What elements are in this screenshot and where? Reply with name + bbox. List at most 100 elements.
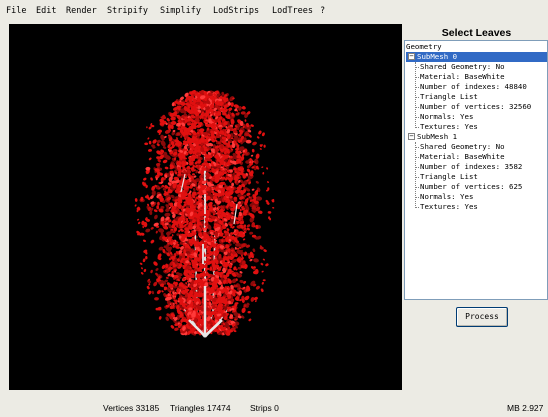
- leaf: [148, 157, 152, 161]
- tree-prop[interactable]: Normals: Yes: [420, 192, 473, 202]
- leaf: [192, 173, 195, 176]
- leaf: [150, 269, 153, 274]
- tree-node-label: SubMesh 1: [417, 132, 458, 141]
- leaf: [145, 256, 148, 260]
- leaf: [252, 141, 257, 146]
- tree-prop[interactable]: Normals: Yes: [420, 112, 473, 122]
- leaf: [255, 196, 263, 201]
- tree-prop[interactable]: Number of vertices: 625: [420, 182, 522, 192]
- status-strips: Strips 0: [250, 403, 279, 413]
- tree-prop[interactable]: Number of indexes: 3582: [420, 162, 522, 172]
- leaf: [262, 258, 266, 261]
- leaf: [193, 187, 196, 192]
- tree-prop[interactable]: Material: BaseWhite: [420, 72, 505, 82]
- status-bar: Vertices 33185 Triangles 17474 Strips 0 …: [0, 398, 548, 417]
- panel-title: Select Leaves: [441, 27, 512, 39]
- tree-prop[interactable]: Shared Geometry: No: [420, 62, 505, 72]
- leaf: [165, 316, 169, 322]
- leaf: [263, 144, 266, 148]
- leaf: [155, 267, 159, 272]
- tree-connector-branch: [415, 127, 419, 128]
- process-button[interactable]: Process: [456, 307, 508, 327]
- menu-render[interactable]: Render: [66, 6, 97, 16]
- leaf: [228, 107, 233, 111]
- status-vertices: Vertices 33185: [103, 403, 160, 413]
- tree-connector-branch: [415, 67, 419, 68]
- render-viewport[interactable]: [9, 24, 402, 390]
- tree-connector-branch: [415, 117, 419, 118]
- tree-connector-line: [415, 142, 416, 208]
- tree-prop[interactable]: Textures: Yes: [420, 202, 478, 212]
- leaf: [234, 246, 237, 250]
- leaf: [171, 234, 174, 237]
- leaf: [245, 139, 252, 144]
- leaf: [146, 126, 148, 129]
- menu-file[interactable]: File: [6, 6, 26, 16]
- tree-prop[interactable]: Number of indexes: 48840: [420, 82, 527, 92]
- tree-model-render: [134, 89, 275, 338]
- tree-root-geometry[interactable]: Geometry: [406, 42, 442, 52]
- leaf: [239, 208, 242, 212]
- geometry-tree-view[interactable]: Geometry − SubMesh 0 Shared Geometry: No…: [404, 40, 548, 300]
- leaf: [258, 130, 262, 135]
- leaf: [170, 325, 175, 329]
- tree-prop[interactable]: Textures: Yes: [420, 122, 478, 132]
- tree-connector-branch: [415, 147, 419, 148]
- collapse-toggle-icon[interactable]: −: [408, 53, 415, 60]
- leaf: [164, 212, 171, 217]
- tree-prop[interactable]: Shared Geometry: No: [420, 142, 505, 152]
- leaf: [138, 221, 141, 225]
- tree-connector-branch: [415, 97, 419, 98]
- leaf: [242, 238, 246, 241]
- leaf: [247, 310, 251, 314]
- tree-connector-branch: [415, 167, 419, 168]
- menu-lodtrees[interactable]: LodTrees: [272, 6, 313, 16]
- leaf: [249, 258, 253, 262]
- tree-prop[interactable]: Number of vertices: 32560: [420, 102, 531, 112]
- leaf: [259, 148, 262, 150]
- leaf: [252, 248, 256, 253]
- menu-simplify[interactable]: Simplify: [160, 6, 201, 16]
- leaf: [231, 308, 235, 311]
- menu-lodstrips[interactable]: LodStrips: [213, 6, 259, 16]
- leaf: [140, 272, 144, 275]
- leaf: [253, 258, 259, 263]
- leaf: [187, 123, 191, 126]
- tree-node-submesh-0[interactable]: − SubMesh 0: [406, 52, 547, 62]
- leaf: [272, 206, 275, 209]
- leaf: [265, 263, 269, 267]
- leaf: [256, 136, 260, 139]
- leaf: [231, 182, 234, 187]
- leaf: [255, 180, 259, 184]
- tree-node-submesh-1[interactable]: − SubMesh 1: [406, 132, 547, 142]
- leaf: [207, 92, 213, 97]
- menu-stripify[interactable]: Stripify: [107, 6, 148, 16]
- leaf: [143, 268, 147, 273]
- leaf: [143, 177, 147, 181]
- tree-connector-branch: [415, 207, 419, 208]
- tree-prop[interactable]: Triangle List: [420, 92, 478, 102]
- collapse-toggle-icon[interactable]: −: [408, 133, 415, 140]
- leaf: [250, 154, 254, 157]
- leaf: [224, 232, 229, 236]
- leaf: [156, 143, 160, 147]
- tree-prop[interactable]: Material: BaseWhite: [420, 152, 505, 162]
- leaf: [153, 209, 158, 213]
- leaf: [260, 288, 264, 293]
- leaf: [266, 181, 270, 183]
- leaf: [260, 262, 264, 266]
- leaf: [246, 192, 251, 196]
- leaf: [254, 300, 257, 303]
- tree-connector-line: [415, 62, 416, 128]
- menu-help[interactable]: ?: [320, 6, 325, 16]
- leaf: [146, 285, 150, 290]
- leaf: [251, 148, 255, 153]
- tree-prop[interactable]: Triangle List: [420, 172, 478, 182]
- menu-bar: File Edit Render Stripify Simplify LodSt…: [0, 0, 548, 24]
- leaf: [261, 270, 264, 273]
- tree-connector-branch: [415, 197, 419, 198]
- leaf: [157, 129, 163, 134]
- leaf: [261, 166, 264, 168]
- menu-edit[interactable]: Edit: [36, 6, 56, 16]
- leaf: [139, 262, 143, 265]
